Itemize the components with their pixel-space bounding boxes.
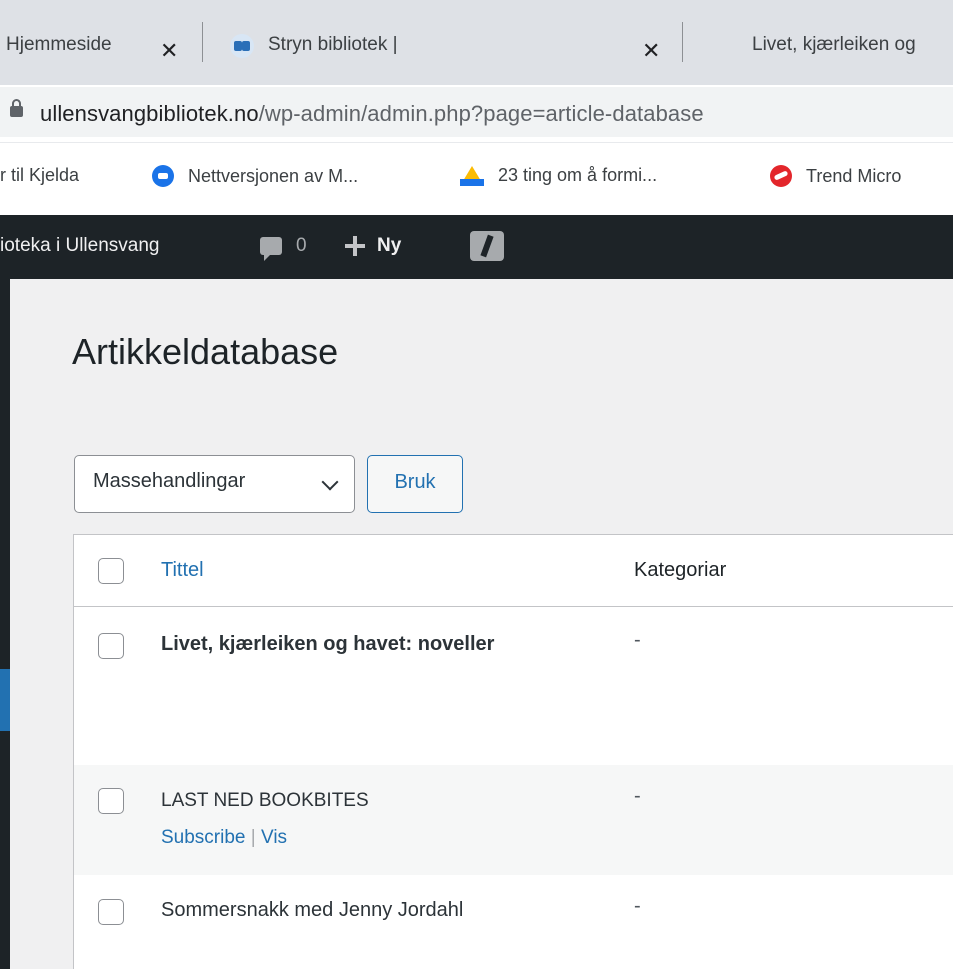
admin-content: Artikkeldatabase Massehandlingar Bruk Ti… <box>10 279 953 969</box>
admin-menu-current-item[interactable] <box>0 669 10 731</box>
messages-icon <box>152 165 174 187</box>
row-checkbox[interactable] <box>98 788 124 814</box>
url-text[interactable]: ullensvangbibliotek.no/wp-admin/admin.ph… <box>40 101 704 127</box>
row-actions: Subscribe | Vis <box>161 827 287 849</box>
new-label: Ny <box>377 235 402 256</box>
bookmark-label: Nettversjonen av M... <box>188 165 359 186</box>
url-path: /wp-admin/admin.php?page=article-databas… <box>258 101 704 126</box>
tab-label: Hjemmeside <box>6 34 112 55</box>
address-bar: ullensvangbibliotek.no/wp-admin/admin.ph… <box>0 85 953 143</box>
subscribe-link[interactable]: Subscribe <box>161 827 246 848</box>
bookmarks-bar: r til Kjelda Nettversjonen av M... 23 ti… <box>0 143 953 215</box>
book-favicon-icon <box>230 34 254 58</box>
bookmark-nettversjonen[interactable]: Nettversjonen av M... <box>152 165 358 187</box>
tab-label: Stryn bibliotek | <box>268 34 398 55</box>
admin-menu <box>0 279 10 969</box>
bookmark-label: r til Kjelda <box>0 165 80 185</box>
row-checkbox[interactable] <box>98 899 124 925</box>
row-checkbox[interactable] <box>98 633 124 659</box>
view-link[interactable]: Vis <box>261 827 287 848</box>
row-title-link[interactable]: LAST NED BOOKBITES <box>161 785 541 816</box>
site-name-link[interactable]: ioteka i Ullensvang <box>0 235 159 257</box>
wp-admin-bar: ioteka i Ullensvang 0 Ny <box>0 215 953 279</box>
url-field[interactable]: ullensvangbibliotek.no/wp-admin/admin.ph… <box>0 87 953 137</box>
tab-divider <box>202 22 203 62</box>
bookmark-label: 23 ting om å formi... <box>498 165 658 185</box>
table-row: LAST NED BOOKBITES - Subscribe | Vis <box>74 765 953 875</box>
table-header: Tittel Kategoriar <box>74 535 953 607</box>
browser-tab-strip: Hjemmeside ✕ Stryn bibliotek | ✕ Livet, … <box>0 0 953 85</box>
row-category: - <box>634 629 641 651</box>
bulk-actions-select[interactable]: Massehandlingar <box>74 455 355 513</box>
bulk-actions-label: Massehandlingar <box>93 470 246 492</box>
comment-icon <box>260 237 282 261</box>
column-title-sort-link[interactable]: Tittel <box>161 559 204 582</box>
bookmark-23-ting[interactable]: 23 ting om å formi... <box>460 165 657 186</box>
google-drive-icon <box>460 165 484 186</box>
row-title-link[interactable]: Livet, kjærleiken og havet: noveller <box>161 629 541 660</box>
articles-table: Tittel Kategoriar Livet, kjærleiken og h… <box>73 534 953 969</box>
select-all-checkbox[interactable] <box>98 558 124 584</box>
browser-tab-stryn-bibliotek[interactable]: Stryn bibliotek | ✕ <box>205 10 685 85</box>
bookmark-kjelda[interactable]: r til Kjelda <box>0 165 79 186</box>
content-wrap: Artikkeldatabase Massehandlingar Bruk Ti… <box>28 279 953 969</box>
trend-micro-icon <box>770 165 792 187</box>
tab-label: Livet, kjærleiken og <box>752 34 916 55</box>
site-name: ioteka i Ullensvang <box>0 235 160 256</box>
browser-tab-hjemmeside[interactable]: Hjemmeside ✕ <box>0 10 200 85</box>
column-categories: Kategoriar <box>634 559 727 581</box>
comments-link[interactable]: 0 <box>260 235 307 261</box>
row-actions-separator: | <box>250 827 256 848</box>
lock-icon[interactable] <box>10 99 23 117</box>
bookmark-label: Trend Micro <box>806 165 902 186</box>
page-title: Artikkeldatabase <box>72 331 339 372</box>
comment-count: 0 <box>296 235 307 256</box>
url-host: ullensvangbibliotek.no <box>40 101 259 126</box>
yoast-seo-icon[interactable] <box>470 231 504 261</box>
new-content-link[interactable]: Ny <box>345 235 401 257</box>
close-icon[interactable]: ✕ <box>642 38 660 64</box>
table-row: Sommersnakk med Jenny Jordahl - <box>74 875 953 969</box>
bookmark-trend-micro[interactable]: Trend Micro <box>770 165 901 187</box>
table-row: Livet, kjærleiken og havet: noveller - <box>74 607 953 765</box>
row-category: - <box>634 895 641 917</box>
close-icon[interactable]: ✕ <box>160 38 178 64</box>
row-category: - <box>634 785 641 807</box>
plus-icon <box>345 236 365 256</box>
chevron-down-icon <box>321 473 339 491</box>
row-title-link[interactable]: Sommersnakk med Jenny Jordahl <box>161 895 541 926</box>
browser-tab-livet[interactable]: Livet, kjærleiken og <box>690 10 953 85</box>
tab-divider <box>682 22 683 62</box>
apply-button[interactable]: Bruk <box>367 455 463 513</box>
